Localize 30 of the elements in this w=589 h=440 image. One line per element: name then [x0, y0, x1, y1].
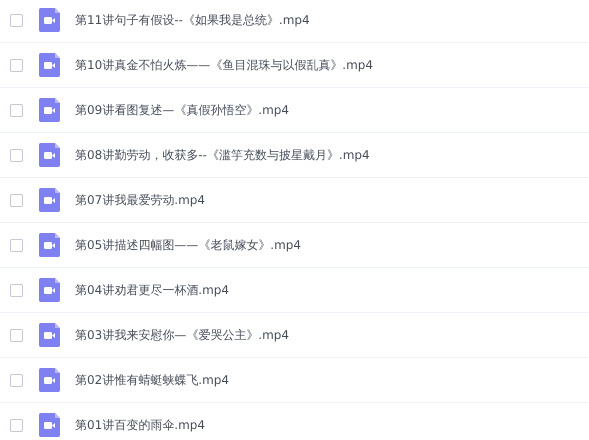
- checkbox[interactable]: [10, 418, 23, 432]
- file-name[interactable]: 第07讲我最爱劳动.mp4: [75, 192, 206, 208]
- checkbox[interactable]: [10, 104, 23, 116]
- video-file-icon: [39, 143, 60, 167]
- file-name[interactable]: 第04讲劝君更尽一杯酒.mp4: [75, 282, 230, 298]
- video-file-icon: [39, 278, 60, 302]
- file-name[interactable]: 第01讲百变的雨伞.mp4: [75, 416, 206, 434]
- video-file-icon: [39, 98, 60, 122]
- checkbox[interactable]: [10, 58, 23, 72]
- checkbox[interactable]: [10, 238, 23, 252]
- checkbox[interactable]: [10, 194, 23, 206]
- file-name[interactable]: 第08讲勤劳动，收获多--《滥竽充数与披星戴月》.mp4: [75, 146, 370, 164]
- video-file-icon: [39, 413, 60, 437]
- video-file-icon: [39, 8, 60, 32]
- checkbox[interactable]: [10, 14, 23, 26]
- video-file-icon: [39, 233, 60, 257]
- video-file-icon: [39, 188, 60, 212]
- checkbox[interactable]: [10, 284, 23, 296]
- checkbox[interactable]: [10, 148, 23, 162]
- checkbox[interactable]: [10, 328, 23, 342]
- file-name[interactable]: 第03讲我来安慰你—《爱哭公主》.mp4: [75, 326, 290, 344]
- video-file-icon: [39, 368, 60, 392]
- file-name[interactable]: 第05讲描述四幅图——《老鼠嫁女》.mp4: [75, 236, 302, 254]
- file-name[interactable]: 第10讲真金不怕火炼——《鱼目混珠与以假乱真》.mp4: [75, 56, 374, 74]
- checkbox[interactable]: [10, 374, 23, 386]
- file-name[interactable]: 第09讲看图复述—《真假孙悟空》.mp4: [75, 102, 290, 118]
- file-name[interactable]: 第02讲惟有蜻蜓蛱蝶飞.mp4: [75, 372, 230, 388]
- video-file-icon: [39, 323, 60, 347]
- file-name[interactable]: 第11讲句子有假设--《如果我是总统》.mp4: [75, 12, 310, 28]
- video-file-icon: [39, 53, 60, 77]
